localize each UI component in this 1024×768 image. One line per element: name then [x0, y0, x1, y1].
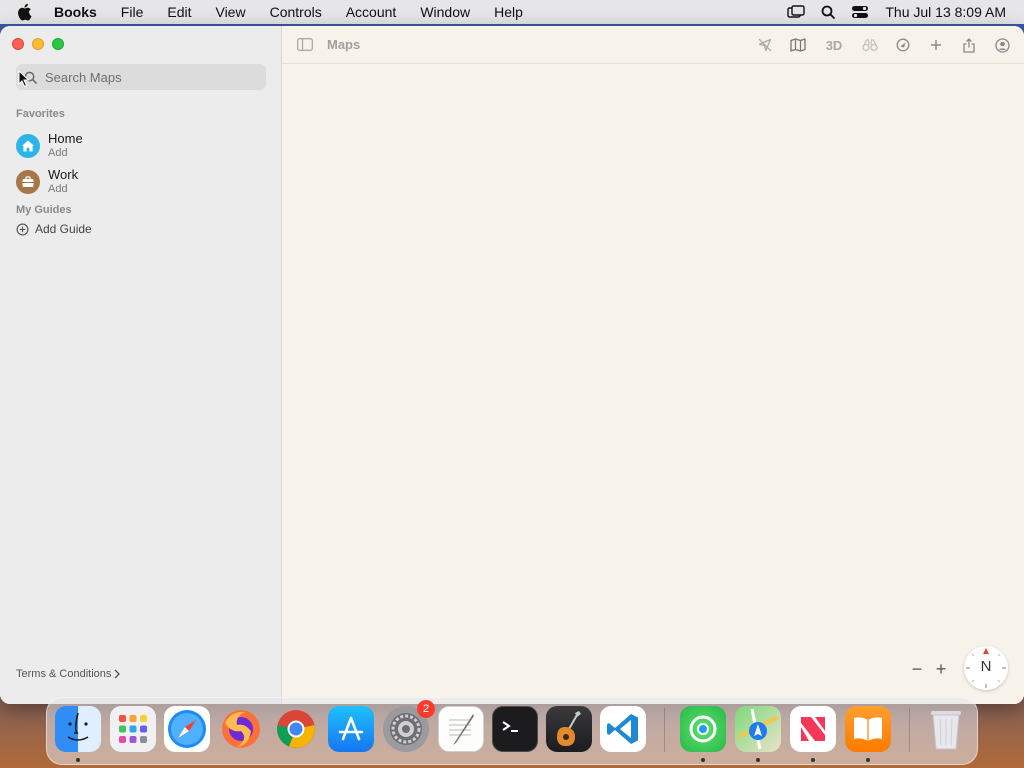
dock-separator [909, 708, 910, 752]
account-icon[interactable] [990, 33, 1014, 57]
news-running-indicator [811, 758, 815, 762]
menu-app-books[interactable]: Books [54, 4, 97, 20]
dock-garageband-icon[interactable] [546, 706, 592, 752]
dock-finder-icon[interactable] [55, 706, 101, 752]
close-window-button[interactable] [12, 38, 24, 50]
search-input[interactable] [43, 68, 257, 86]
chevron-right-icon [114, 669, 121, 679]
menu-controls[interactable]: Controls [270, 4, 322, 20]
apple-menu-icon[interactable] [16, 3, 38, 21]
add-circle-icon [16, 223, 29, 235]
favorite-work-sub: Add [48, 183, 68, 195]
settings-notification-badge: 2 [417, 700, 435, 718]
zoom-controls: − + [906, 658, 952, 680]
sidebar: Favorites Home Add Work Add My Guides Ad… [0, 26, 282, 704]
map-mode-icon[interactable] [786, 33, 810, 57]
dock-textedit-icon[interactable] [438, 706, 484, 752]
map-canvas[interactable]: − + N [283, 64, 1024, 704]
dock-terminal-icon[interactable] [492, 706, 538, 752]
favorite-work[interactable]: Work Add [16, 168, 78, 196]
terms-label: Terms & Conditions [16, 668, 112, 680]
toolbar: Maps 3D [282, 26, 1024, 64]
menu-view[interactable]: View [215, 4, 245, 20]
dock-books-icon[interactable] [845, 706, 891, 752]
window-title: Maps [327, 37, 361, 52]
dock-trash-icon[interactable] [923, 706, 969, 752]
window-controls [12, 38, 72, 50]
compass-button[interactable]: N [964, 646, 1008, 690]
dock: 2 [46, 697, 978, 765]
finder-running-indicator [76, 758, 80, 762]
favorite-home-label: Home [48, 131, 83, 146]
maps-running-indicator [756, 758, 760, 762]
add-guide-button[interactable]: Add Guide [16, 222, 92, 236]
location-arrow-icon[interactable] [753, 33, 777, 57]
maps-window: Favorites Home Add Work Add My Guides Ad… [0, 26, 1024, 704]
dock-safari-icon[interactable] [164, 706, 210, 752]
zoom-out-button[interactable]: − [906, 658, 928, 680]
track-location-icon[interactable] [891, 33, 915, 57]
dock-vscode-icon[interactable] [600, 706, 646, 752]
favorites-heading: Favorites [16, 108, 65, 120]
minimize-window-button[interactable] [32, 38, 44, 50]
my-guides-heading: My Guides [16, 204, 72, 216]
books-running-indicator [866, 758, 870, 762]
menu-file[interactable]: File [121, 4, 144, 20]
add-guide-label: Add Guide [35, 222, 92, 236]
dock-maps-icon[interactable] [735, 706, 781, 752]
spotlight-search-icon[interactable] [821, 5, 836, 19]
menu-account[interactable]: Account [346, 4, 397, 20]
dock-system-settings-icon[interactable]: 2 [383, 700, 435, 752]
menu-window[interactable]: Window [420, 4, 470, 20]
search-field[interactable] [16, 64, 266, 90]
add-plus-icon[interactable] [924, 33, 948, 57]
dock-app-store-icon[interactable] [328, 706, 374, 752]
3d-view-button[interactable]: 3D [819, 33, 849, 57]
menu-edit[interactable]: Edit [167, 4, 191, 20]
screen-mirroring-icon[interactable] [787, 5, 806, 19]
control-center-icon[interactable] [851, 5, 869, 19]
menu-help[interactable]: Help [494, 4, 523, 20]
favorite-home-sub: Add [48, 147, 68, 159]
home-icon [16, 134, 40, 158]
dock-separator [664, 708, 665, 752]
briefcase-icon [16, 170, 40, 194]
share-icon[interactable] [957, 33, 981, 57]
menu-clock[interactable]: Thu Jul 13 8:09 AM [885, 4, 1006, 20]
look-around-binoculars-icon[interactable] [858, 33, 882, 57]
zoom-window-button[interactable] [52, 38, 64, 50]
sidebar-toggle-icon[interactable] [297, 38, 313, 51]
dock-launchpad-icon[interactable] [110, 706, 156, 752]
dock-find-my-icon[interactable] [680, 706, 726, 752]
mouse-cursor-icon [18, 70, 30, 88]
favorite-work-label: Work [48, 167, 79, 182]
compass-north-label: N [980, 658, 992, 675]
zoom-in-button[interactable]: + [930, 658, 952, 680]
find-my-running-indicator [701, 758, 705, 762]
menu-bar: Books File Edit View Controls Account Wi… [0, 0, 1024, 24]
terms-link[interactable]: Terms & Conditions [16, 668, 121, 680]
favorite-home[interactable]: Home Add [16, 132, 83, 160]
dock-firefox-icon[interactable] [218, 706, 264, 752]
dock-chrome-icon[interactable] [273, 706, 319, 752]
dock-news-icon[interactable] [790, 706, 836, 752]
